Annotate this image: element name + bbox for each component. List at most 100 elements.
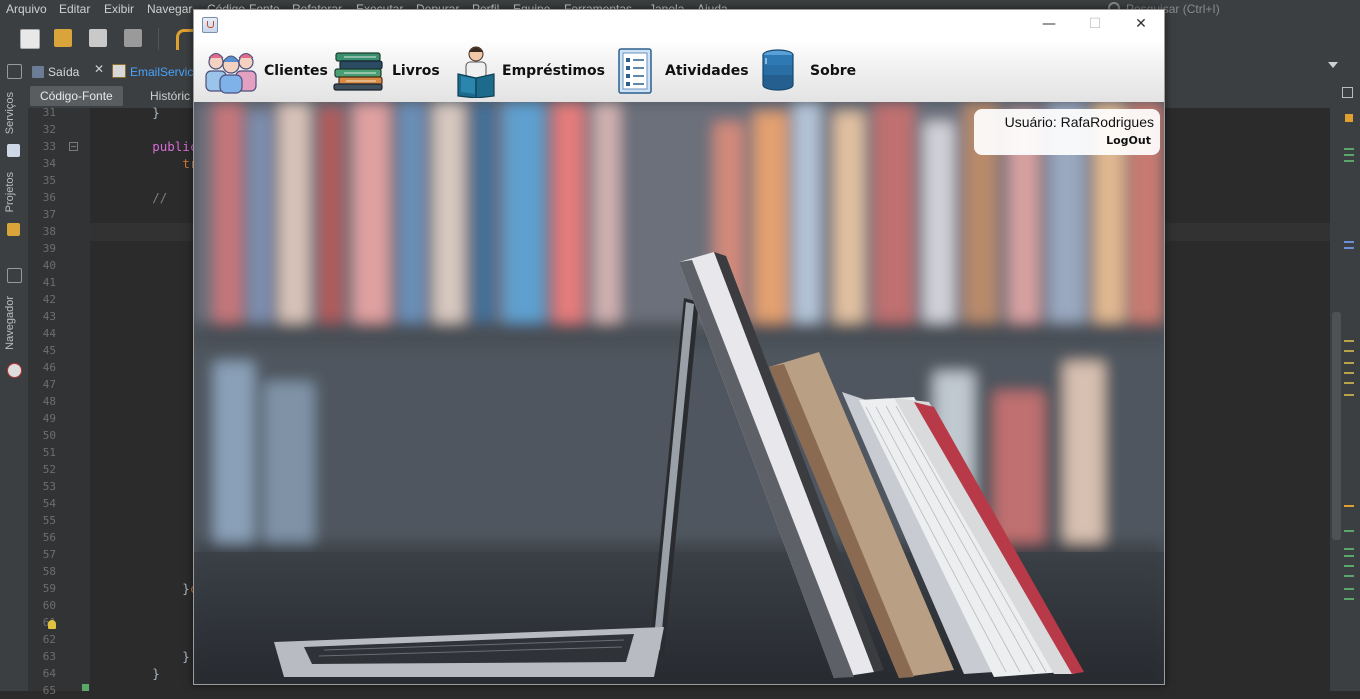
line-number: 37 [42, 208, 56, 221]
line-number: 39 [42, 242, 56, 255]
nav-livros[interactable]: Livros [332, 40, 440, 102]
line-number: 47 [42, 378, 56, 391]
line-number: 41 [42, 276, 56, 289]
ide-menu-exibir[interactable]: Exibir [104, 2, 134, 16]
line-number: 54 [42, 497, 56, 510]
reader-icon [457, 46, 495, 98]
code-text-segment: } [92, 649, 190, 664]
occurrence-marker [1344, 247, 1354, 249]
app-window: — ☐ ✕ Clientes Livros Empréstimos Ativid… [193, 9, 1165, 685]
change-marker [1344, 148, 1354, 150]
maximize-button[interactable]: ☐ [1072, 10, 1118, 40]
nav-sobre[interactable]: Sobre [760, 40, 856, 102]
warning-marker-icon [1345, 114, 1353, 122]
ide-left-tool-strip: Serviços Projetos Navegador [0, 58, 29, 691]
line-number: 50 [42, 429, 56, 442]
line-number: 57 [42, 548, 56, 561]
chevron-down-icon[interactable] [1328, 62, 1338, 68]
line-number: 60 [42, 599, 56, 612]
file-tab-emailservice[interactable]: EmailServic [112, 62, 193, 82]
change-marker [1344, 160, 1354, 162]
new-project-icon[interactable] [54, 29, 72, 47]
undo-icon[interactable] [176, 29, 193, 50]
nav-label: Livros [392, 63, 440, 79]
nav-atividades[interactable]: Atividades [615, 40, 749, 102]
side-tab-navegador[interactable]: Navegador [4, 296, 16, 350]
services-icon [7, 144, 20, 157]
java-file-icon [112, 64, 126, 78]
occurrence-marker [1344, 350, 1354, 352]
occurrence-marker [1344, 241, 1354, 243]
checklist-icon [618, 48, 652, 94]
minimize-button[interactable]: — [1026, 10, 1072, 40]
change-marker [1344, 530, 1354, 532]
side-tab-projetos[interactable]: Projetos [4, 172, 16, 212]
nav-emprestimos[interactable]: Empréstimos [456, 40, 605, 102]
tab-historico[interactable]: Históric [140, 86, 200, 106]
line-numbers: 31 32 33 34 35 36 37 38 39 40 41 42 43 44 45 46 47 48 49 50… [28, 104, 56, 699]
change-marker [1344, 588, 1354, 590]
run-marker [82, 684, 89, 691]
occurrence-marker [1344, 382, 1354, 384]
code-text-segment: } [92, 581, 190, 596]
occurrence-marker [1344, 340, 1354, 342]
books-stack-icon [333, 52, 383, 91]
line-number: 38 [42, 225, 56, 238]
scroll-thumb[interactable] [1332, 312, 1341, 540]
database-icon [762, 49, 794, 91]
line-number: 46 [42, 361, 56, 374]
file-tab-label: EmailServic [130, 65, 194, 79]
editor-split-icon[interactable] [1342, 87, 1353, 98]
line-number: 64 [42, 667, 56, 680]
navigator-icon [7, 363, 22, 378]
user-name-label: Usuário: RafaRodrigues [1004, 114, 1154, 130]
ide-menu-navegar[interactable]: Navegar [147, 2, 192, 16]
line-number: 58 [42, 565, 56, 578]
line-number: 53 [42, 480, 56, 493]
window-titlebar[interactable]: — ☐ ✕ [194, 10, 1164, 40]
nav-label: Atividades [665, 63, 749, 79]
change-marker [1344, 555, 1354, 557]
code-text-segment [92, 156, 182, 171]
nav-label: Sobre [810, 63, 857, 79]
bulb-hint-icon[interactable] [48, 620, 56, 629]
fold-collapse-icon[interactable]: − [69, 142, 78, 151]
change-marker [1344, 154, 1354, 156]
output-icon [32, 66, 44, 78]
file-tab-saida[interactable]: Saída [32, 62, 79, 82]
close-button[interactable]: ✕ [1118, 10, 1164, 40]
main-content: Usuário: RafaRodrigues LogOut [194, 102, 1164, 684]
line-number: 62 [42, 633, 56, 646]
code-text-segment: // [92, 190, 168, 205]
ide-menu-editar[interactable]: Editar [59, 2, 90, 16]
logout-button[interactable]: LogOut [1106, 134, 1151, 147]
line-number: 63 [42, 650, 56, 663]
line-number: 56 [42, 531, 56, 544]
close-icon[interactable]: ✕ [94, 62, 104, 76]
side-tab-servicos[interactable]: Serviços [4, 92, 16, 134]
line-number: 52 [42, 463, 56, 476]
user-info-panel: Usuário: RafaRodrigues LogOut [974, 109, 1160, 155]
line-number: 44 [42, 327, 56, 340]
restore-window-icon[interactable] [7, 268, 22, 283]
ide-menu-arquivo[interactable]: Arquivo [6, 2, 47, 16]
line-number: 42 [42, 293, 56, 306]
open-project-icon[interactable] [89, 29, 107, 47]
new-file-icon[interactable] [20, 29, 40, 49]
java-app-icon [202, 17, 218, 33]
projects-icon [7, 223, 20, 236]
code-text-segment: } [92, 105, 160, 120]
line-number: 34 [42, 157, 56, 170]
change-marker [1344, 565, 1354, 567]
library-background-image [194, 102, 1164, 684]
tab-codigo-fonte[interactable]: Código-Fonte [30, 86, 123, 106]
line-number: 40 [42, 259, 56, 272]
save-all-icon[interactable] [124, 29, 142, 47]
restore-window-icon[interactable] [7, 64, 22, 79]
line-number: 55 [42, 514, 56, 527]
occurrence-marker [1344, 505, 1354, 507]
code-keyword: public [152, 139, 198, 154]
nav-clientes[interactable]: Clientes [204, 40, 328, 102]
code-text-segment [92, 139, 152, 154]
occurrence-marker [1344, 372, 1354, 374]
